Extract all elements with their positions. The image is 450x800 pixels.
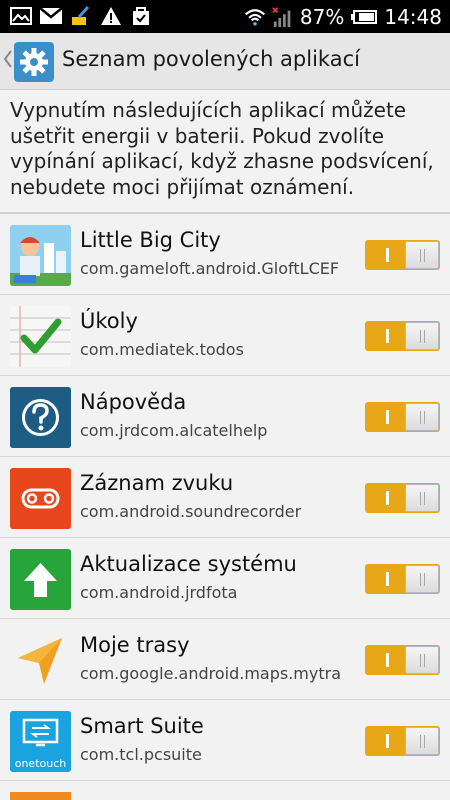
app-toggle[interactable] bbox=[365, 240, 440, 270]
toggle-on-indicator bbox=[386, 734, 389, 748]
app-toggle[interactable] bbox=[365, 321, 440, 351]
notification-icons bbox=[10, 5, 152, 27]
gallery-icon bbox=[10, 5, 32, 27]
list-item-partial[interactable] bbox=[0, 781, 450, 800]
app-name: Úkoly bbox=[80, 309, 138, 333]
signal-icon bbox=[272, 6, 294, 28]
toggle-thumb[interactable] bbox=[405, 241, 439, 269]
action-bar: Seznam povolených aplikací bbox=[0, 33, 450, 90]
list-item[interactable]: Aktualizace systému com.android.jrdfota bbox=[0, 538, 450, 619]
app-icon-partial bbox=[10, 792, 71, 800]
bag-check-icon bbox=[130, 5, 152, 27]
app-name: Záznam zvuku bbox=[80, 471, 234, 495]
help-question-icon bbox=[10, 387, 71, 448]
list-item[interactable]: Moje trasy com.google.android.maps.mytra bbox=[0, 619, 450, 700]
app-toggle[interactable] bbox=[365, 483, 440, 513]
app-package: com.tcl.pcsuite bbox=[80, 745, 202, 764]
list-item[interactable]: Nápověda com.jrdcom.alcatelhelp bbox=[0, 376, 450, 457]
battery-icon bbox=[350, 6, 378, 28]
clock: 14:48 bbox=[384, 4, 442, 29]
toggle-thumb[interactable] bbox=[405, 403, 439, 431]
list-item[interactable]: onetouch Smart Suite com.tcl.pcsuite bbox=[0, 700, 450, 781]
toggle-on-indicator bbox=[386, 572, 389, 586]
app-name: Moje trasy bbox=[80, 633, 190, 657]
app-toggle[interactable] bbox=[365, 402, 440, 432]
todos-checkmark-icon bbox=[10, 306, 71, 367]
cleaner-icon bbox=[70, 5, 92, 27]
app-package: com.google.android.maps.mytra bbox=[80, 664, 342, 683]
toggle-on-indicator bbox=[386, 653, 389, 667]
app-name: Nápověda bbox=[80, 390, 187, 414]
toggle-thumb[interactable] bbox=[405, 322, 439, 350]
settings-gear-icon[interactable] bbox=[14, 42, 54, 82]
toggle-thumb[interactable] bbox=[405, 727, 439, 755]
toggle-on-indicator bbox=[386, 248, 389, 262]
toggle-thumb[interactable] bbox=[405, 565, 439, 593]
list-item[interactable]: Úkoly com.mediatek.todos bbox=[0, 295, 450, 376]
list-item[interactable]: Little Big City com.gameloft.android.Glo… bbox=[0, 214, 450, 295]
page-title: Seznam povolených aplikací bbox=[62, 47, 360, 71]
app-name: Smart Suite bbox=[80, 714, 204, 738]
list-item[interactable]: Záznam zvuku com.android.soundrecorder bbox=[0, 457, 450, 538]
back-chevron-icon[interactable] bbox=[3, 49, 12, 73]
navigation-arrow-icon bbox=[10, 630, 71, 691]
app-package: com.jrdcom.alcatelhelp bbox=[80, 421, 268, 440]
toggle-on-indicator bbox=[386, 329, 389, 343]
app-toggle[interactable] bbox=[365, 726, 440, 756]
app-package: com.gameloft.android.GloftLCEF bbox=[80, 259, 340, 278]
battery-percent: 87% bbox=[299, 4, 345, 29]
app-toggle[interactable] bbox=[365, 645, 440, 675]
toggle-on-indicator bbox=[386, 410, 389, 424]
wifi-icon bbox=[244, 6, 266, 28]
app-package: com.android.jrdfota bbox=[80, 583, 238, 602]
sound-recorder-icon bbox=[10, 468, 71, 529]
app-list: Little Big City com.gameloft.android.Glo… bbox=[0, 214, 450, 781]
system-update-arrow-icon bbox=[10, 549, 71, 610]
app-package: com.mediatek.todos bbox=[80, 340, 244, 359]
little-big-city-icon bbox=[10, 225, 71, 286]
toggle-thumb[interactable] bbox=[405, 646, 439, 674]
status-bar: 87% 14:48 bbox=[0, 0, 450, 33]
warning-icon bbox=[100, 5, 122, 27]
app-name: Little Big City bbox=[80, 228, 221, 252]
toggle-thumb[interactable] bbox=[405, 484, 439, 512]
description-text: Vypnutím následujících aplikací můžete u… bbox=[10, 98, 434, 199]
app-package: com.android.soundrecorder bbox=[80, 502, 302, 521]
gmail-icon bbox=[40, 5, 62, 27]
toggle-on-indicator bbox=[386, 491, 389, 505]
system-status: 87% 14:48 bbox=[244, 0, 442, 33]
smart-suite-icon: onetouch bbox=[10, 711, 71, 772]
app-name: Aktualizace systému bbox=[80, 552, 297, 576]
app-toggle[interactable] bbox=[365, 564, 440, 594]
icon-caption: onetouch bbox=[10, 757, 71, 772]
